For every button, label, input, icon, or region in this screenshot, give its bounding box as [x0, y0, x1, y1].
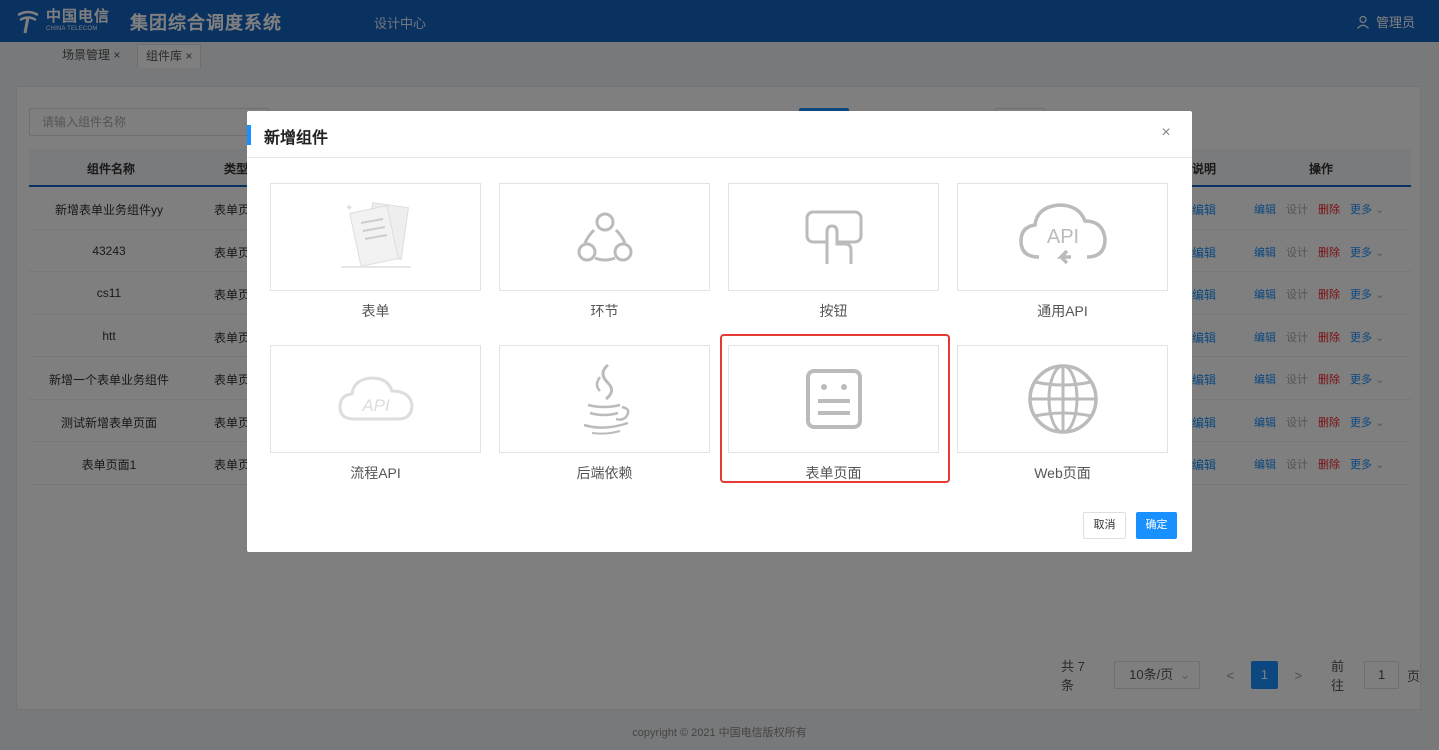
api-cloud-icon: API — [337, 376, 414, 421]
api-text: API — [1046, 226, 1078, 248]
component-label: 通用API — [1037, 303, 1088, 319]
component-option-button[interactable]: 按钮 — [728, 183, 939, 321]
component-label: 后端依赖 — [576, 465, 633, 481]
component-label: Web页面 — [1034, 465, 1091, 481]
form-document-icon: ✦ — [340, 202, 411, 268]
component-option-common-api[interactable]: API 通用API — [957, 183, 1168, 321]
close-icon[interactable]: × — [1158, 125, 1174, 141]
api-text: API — [361, 396, 390, 415]
selection-highlight — [720, 334, 950, 483]
dialog-header: 新增组件 × — [247, 111, 1192, 158]
confirm-button[interactable]: 确定 — [1136, 512, 1177, 539]
touch-button-icon — [805, 210, 862, 264]
component-label: 按钮 — [819, 303, 848, 319]
title-accent-bar — [247, 125, 251, 145]
globe-icon — [1027, 364, 1098, 434]
component-label: 环节 — [590, 303, 619, 319]
component-option-process-api[interactable]: API 流程API — [270, 345, 481, 483]
node-link-icon — [577, 212, 632, 262]
component-label: 表单 — [361, 303, 390, 319]
component-option-node[interactable]: 环节 — [499, 183, 710, 321]
cancel-button[interactable]: 取消 — [1083, 512, 1126, 539]
java-cup-icon — [583, 363, 629, 435]
component-option-backend-dependency[interactable]: 后端依赖 — [499, 345, 710, 483]
dialog-title: 新增组件 — [264, 130, 329, 147]
component-label: 流程API — [350, 465, 401, 481]
component-option-form[interactable]: ✦ 表单 — [270, 183, 481, 321]
add-component-dialog: 新增组件 × ✦ 表单 环节 按钮 API 通用API API 流程API 后端… — [247, 111, 1192, 552]
svg-text:✦: ✦ — [345, 203, 353, 214]
component-option-web-page[interactable]: Web页面 — [957, 345, 1168, 483]
api-cloud-icon: API — [1018, 203, 1107, 265]
